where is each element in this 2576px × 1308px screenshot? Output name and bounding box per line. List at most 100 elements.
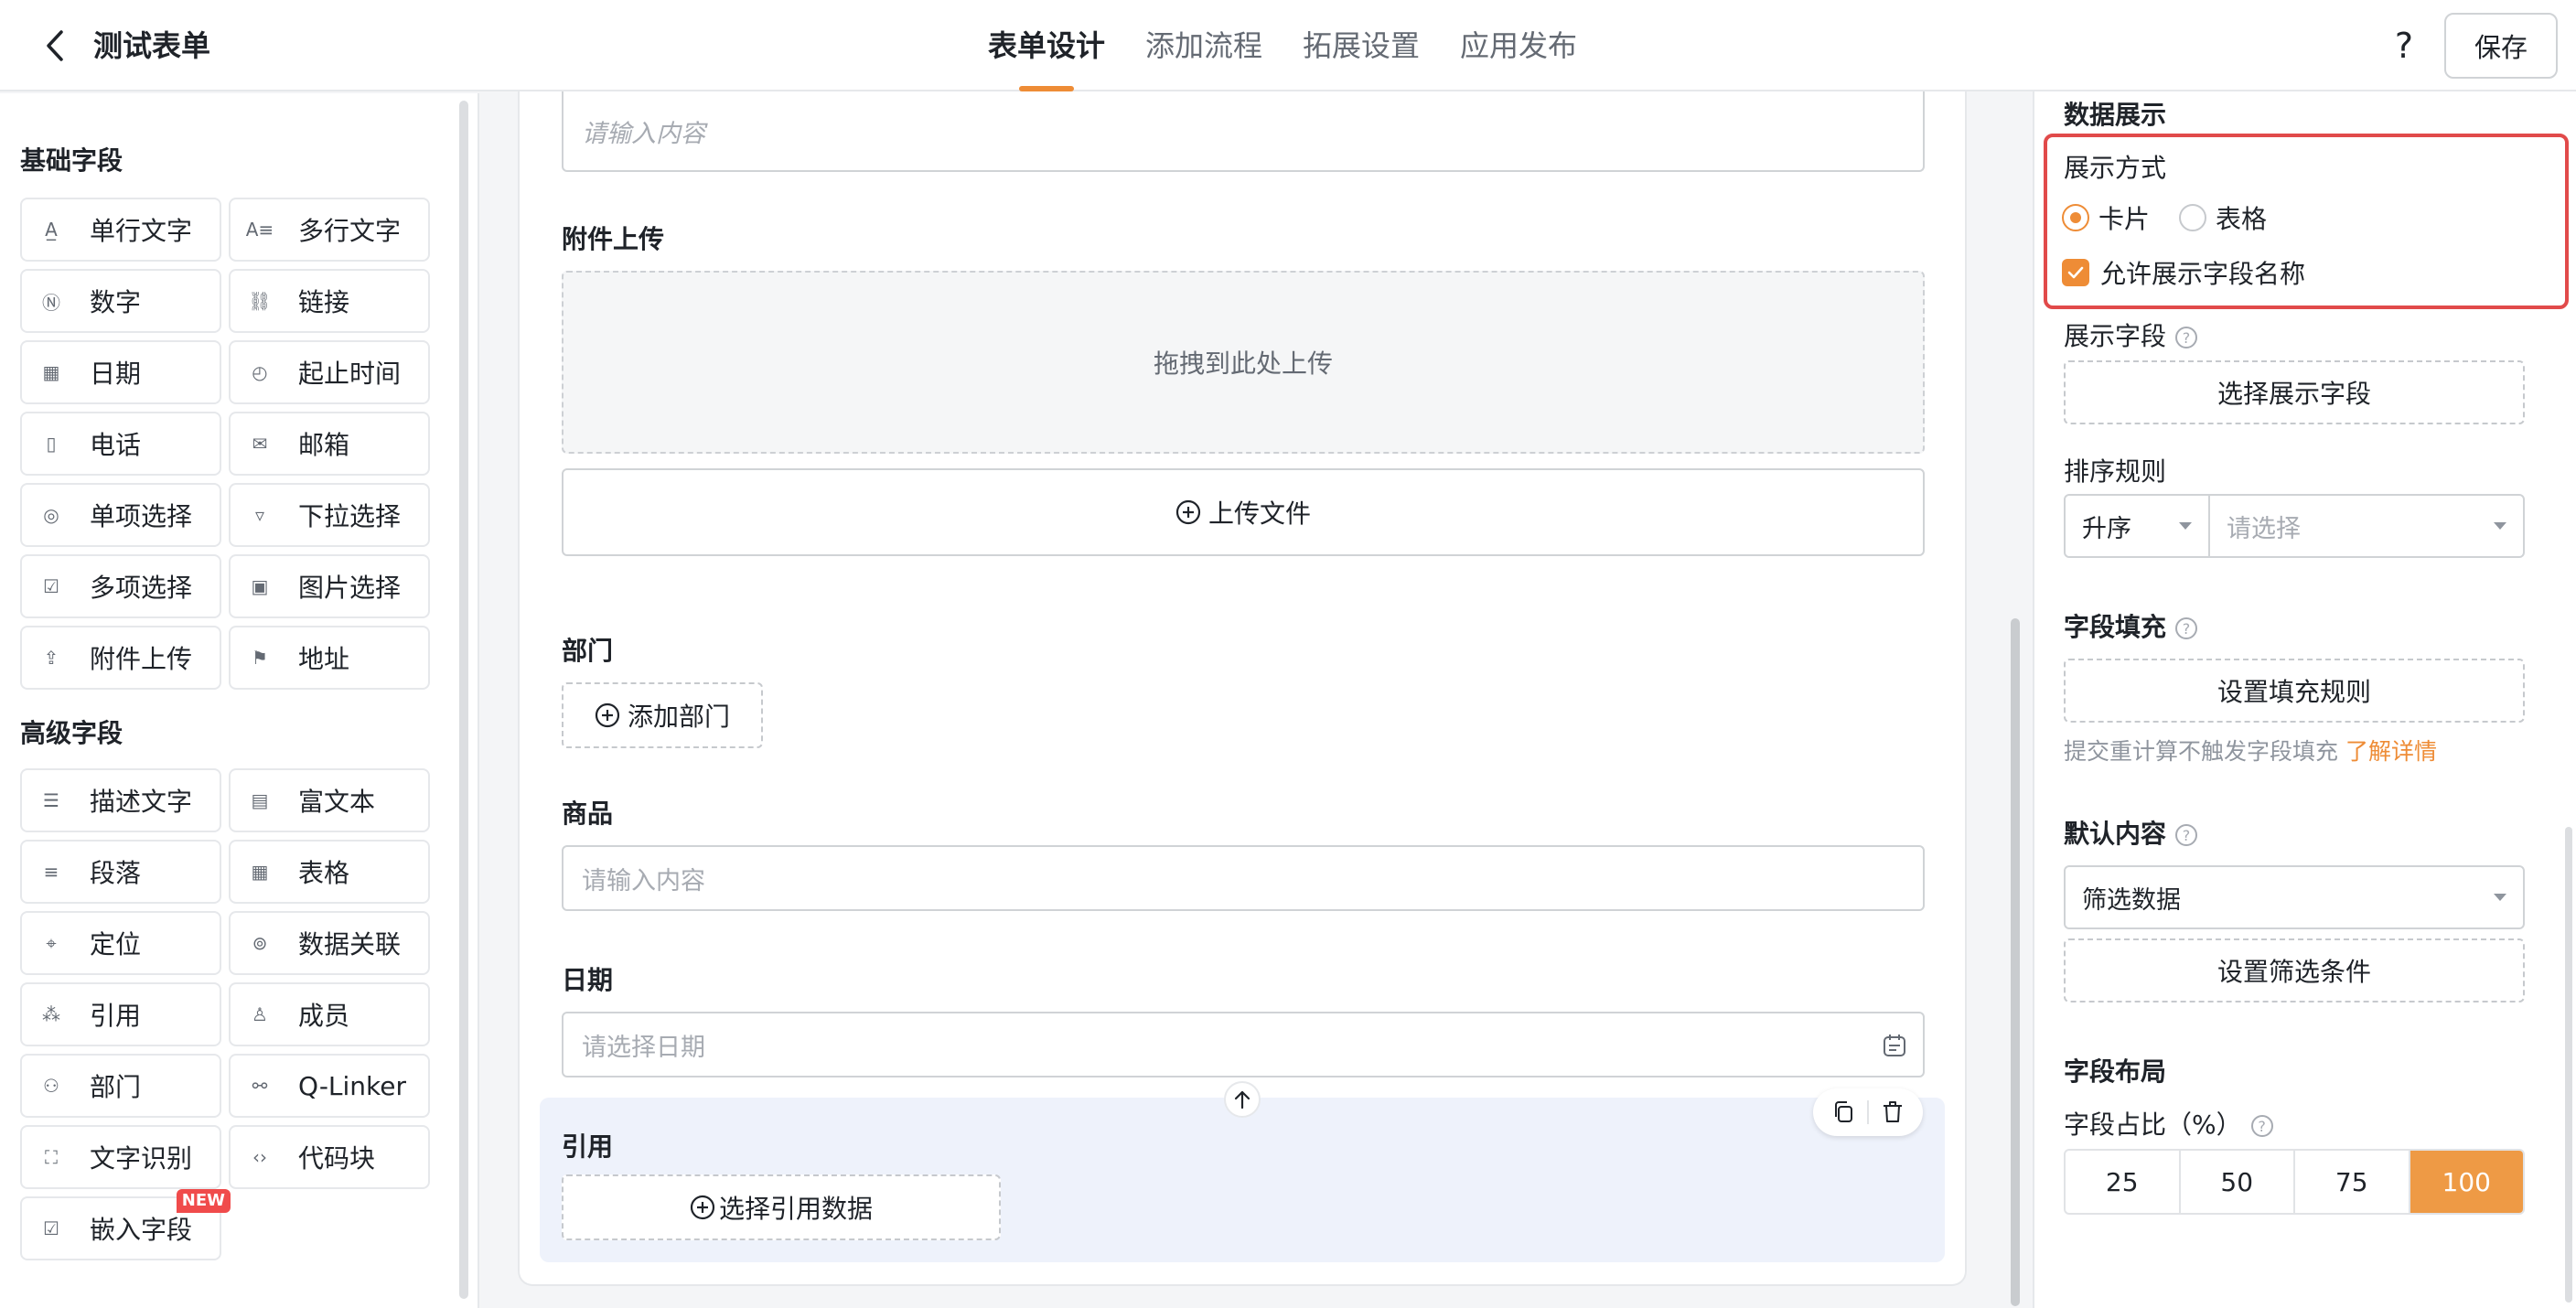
advanced-fields-title: 高级字段 xyxy=(20,718,123,748)
embed-icon: ☑ xyxy=(43,1217,59,1239)
sort-field-select[interactable]: 请选择 xyxy=(2208,494,2525,558)
field-item[interactable]: ▤ 富文本 xyxy=(229,768,430,832)
ratio-option-50[interactable]: 50 xyxy=(2181,1151,2295,1213)
field-item[interactable]: ◎ 单项选择 xyxy=(20,483,221,547)
add-department-button[interactable]: 添加部门 xyxy=(562,682,763,748)
field-label: 文字识别 xyxy=(90,1143,193,1174)
top-text-input[interactable]: 请输入内容 xyxy=(562,91,1925,172)
radio-dot xyxy=(2062,204,2089,231)
address-icon: ⚑ xyxy=(252,647,268,669)
properties-scrollbar[interactable] xyxy=(2565,827,2572,1303)
upload-file-button[interactable]: 上传文件 xyxy=(562,468,1925,556)
top-bar: 测试表单 表单设计 添加流程 拓展设置 应用发布 ? 保存 xyxy=(0,0,2576,91)
date-input[interactable]: 请选择日期 xyxy=(562,1012,1925,1077)
radio-table[interactable]: 表格 xyxy=(2179,199,2267,236)
save-button[interactable]: 保存 xyxy=(2444,13,2558,79)
copy-icon[interactable] xyxy=(1825,1094,1862,1131)
allow-field-name-label: 允许展示字段名称 xyxy=(2100,259,2306,289)
field-item[interactable]: ⊚ 数据关联 xyxy=(229,911,430,975)
ratio-option-25[interactable]: 25 xyxy=(2066,1151,2181,1213)
delete-icon[interactable] xyxy=(1874,1094,1911,1131)
field-label: 代码块 xyxy=(298,1143,376,1174)
field-item[interactable]: ⚑ 地址 xyxy=(229,626,430,690)
default-content-select[interactable]: 筛选数据 xyxy=(2064,865,2525,929)
radio-card[interactable]: 卡片 xyxy=(2062,199,2150,236)
field-label: 定位 xyxy=(90,929,142,960)
tab-form-design[interactable]: 表单设计 xyxy=(988,0,1105,91)
field-label: 电话 xyxy=(90,430,142,460)
field-item[interactable]: ☑ 多项选择 xyxy=(20,554,221,618)
fill-rule-button[interactable]: 设置填充规则 xyxy=(2064,659,2525,723)
field-item[interactable]: ⁂ 引用 xyxy=(20,982,221,1046)
q-linker-icon: ⚯ xyxy=(252,1075,268,1097)
data-display-title: 数据展示 xyxy=(2064,100,2167,130)
description-icon: ☰ xyxy=(43,789,59,811)
plus-circle-icon xyxy=(1175,499,1201,525)
field-item[interactable]: ♙ 成员 xyxy=(229,982,430,1046)
field-item[interactable]: ▯ 电话 xyxy=(20,412,221,476)
field-item[interactable]: ✉ 邮箱 xyxy=(229,412,430,476)
tab-add-process[interactable]: 添加流程 xyxy=(1145,0,1262,91)
field-item[interactable]: ‹› 代码块 xyxy=(229,1125,430,1189)
basic-fields-grid: A̲ 单行文字 A≡ 多行文字 Ⓝ 数字 ⛓ 链接 ▦ 日期 ◴ 起止时间 ▯ 电话 ✉ 邮箱 ◎ 单项选择 ▿ 下拉… xyxy=(20,198,430,690)
paragraph-icon: ≡ xyxy=(43,861,59,883)
learn-more-link[interactable]: 了解详情 xyxy=(2345,738,2437,765)
field-item[interactable]: ◴ 起止时间 xyxy=(229,340,430,404)
field-item[interactable]: ≡ 段落 xyxy=(20,840,221,904)
help-circle-icon[interactable]: ? xyxy=(2250,1115,2273,1137)
caret-down-icon xyxy=(2494,522,2506,530)
field-item[interactable]: ▦ 表格 xyxy=(229,840,430,904)
reference-label: 引用 xyxy=(562,1131,614,1162)
field-item[interactable]: ▿ 下拉选择 xyxy=(229,483,430,547)
field-label: 地址 xyxy=(298,644,350,674)
field-item[interactable]: A≡ 多行文字 xyxy=(229,198,430,262)
help-circle-icon[interactable]: ? xyxy=(2175,617,2198,639)
field-label: 日期 xyxy=(90,359,142,389)
checkbox-icon: ☑ xyxy=(43,575,59,597)
field-item[interactable]: ⇪ 附件上传 xyxy=(20,626,221,690)
new-badge: NEW xyxy=(176,1189,231,1213)
field-item[interactable]: ⚯ Q-Linker xyxy=(229,1054,430,1118)
sort-order-select[interactable]: 升序 xyxy=(2064,494,2210,558)
phone-icon: ▯ xyxy=(46,433,57,455)
field-label: 单项选择 xyxy=(90,501,193,531)
field-item[interactable]: ▣ 图片选择 xyxy=(229,554,430,618)
canvas-scrollbar[interactable] xyxy=(2011,618,2020,1306)
tab-app-publish[interactable]: 应用发布 xyxy=(1460,0,1577,91)
field-label: 部门 xyxy=(90,1072,142,1102)
field-item[interactable]: ▦ 日期 xyxy=(20,340,221,404)
department-icon: ⚇ xyxy=(43,1075,59,1097)
allow-field-name-checkbox[interactable]: 允许展示字段名称 xyxy=(2062,254,2305,291)
product-input[interactable]: 请输入内容 xyxy=(562,845,1925,911)
help-circle-icon[interactable]: ? xyxy=(2175,327,2198,348)
attachment-dropzone[interactable]: 拖拽到此处上传 xyxy=(562,271,1925,454)
app-title: 测试表单 xyxy=(93,28,211,63)
field-item[interactable]: ☑ 嵌入字段 NEW xyxy=(20,1189,231,1260)
field-item[interactable]: ☰ 描述文字 xyxy=(20,768,221,832)
back-arrow-icon[interactable] xyxy=(35,26,75,66)
image-icon: ▣ xyxy=(251,575,269,597)
field-item[interactable]: Ⓝ 数字 xyxy=(20,269,221,333)
ratio-option-75[interactable]: 75 xyxy=(2295,1151,2410,1213)
display-fields-label: 展示字段? xyxy=(2064,316,2198,353)
help-icon[interactable]: ? xyxy=(2378,20,2430,71)
caret-down-icon xyxy=(2494,894,2506,901)
ratio-option-100[interactable]: 100 xyxy=(2410,1151,2523,1213)
date-placeholder: 请选择日期 xyxy=(582,1033,705,1062)
field-item[interactable]: ⚇ 部门 xyxy=(20,1054,221,1118)
upload-file-label: 上传文件 xyxy=(1208,499,1311,529)
field-label: 多行文字 xyxy=(298,216,402,246)
field-item[interactable]: ⛶ 文字识别 xyxy=(20,1125,221,1189)
field-label: 多项选择 xyxy=(90,573,193,603)
field-label: 附件上传 xyxy=(90,644,193,674)
move-up-arrow-icon[interactable] xyxy=(1224,1081,1261,1118)
left-scrollbar[interactable] xyxy=(459,101,468,1299)
field-item[interactable]: ⛓ 链接 xyxy=(229,269,430,333)
field-item[interactable]: ⌖ 定位 xyxy=(20,911,221,975)
tab-extension-settings[interactable]: 拓展设置 xyxy=(1303,0,1420,91)
select-display-fields-button[interactable]: 选择展示字段 xyxy=(2064,360,2525,424)
field-item[interactable]: A̲ 单行文字 xyxy=(20,198,221,262)
filter-condition-button[interactable]: 设置筛选条件 xyxy=(2064,938,2525,1002)
select-reference-button[interactable]: 选择引用数据 xyxy=(562,1174,1001,1240)
help-circle-icon[interactable]: ? xyxy=(2175,824,2198,846)
